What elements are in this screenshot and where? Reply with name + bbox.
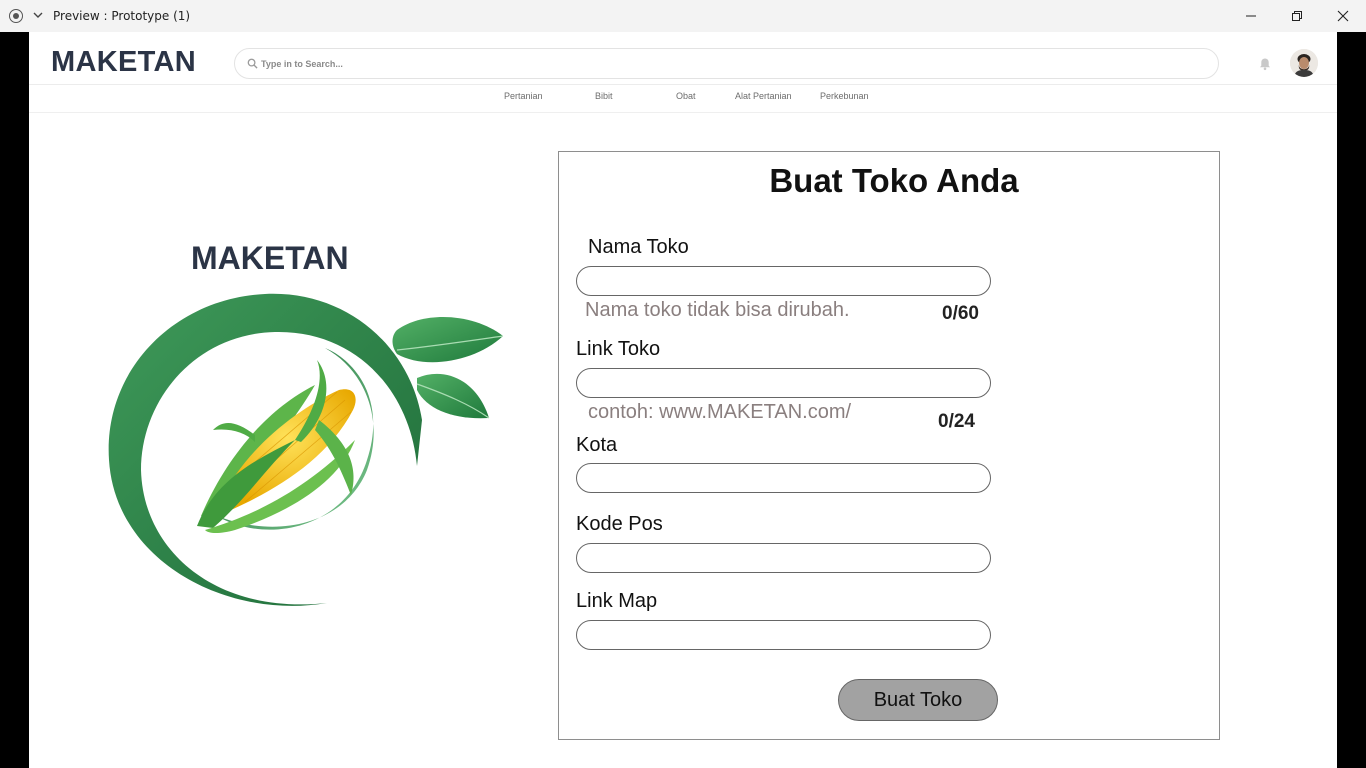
- close-button[interactable]: [1320, 0, 1366, 32]
- search-bar[interactable]: [234, 48, 1219, 79]
- nav-item-obat[interactable]: Obat: [676, 91, 696, 101]
- app-page: MAKETAN Pertanian Bibit Obat Alat Pertan…: [29, 32, 1337, 768]
- link-toko-label: Link Toko: [576, 338, 661, 360]
- nav-item-pertanian[interactable]: Pertanian: [504, 91, 543, 101]
- site-logo[interactable]: MAKETAN: [51, 46, 196, 79]
- close-icon: [1337, 10, 1349, 22]
- link-map-label: Link Map: [576, 590, 658, 612]
- link-toko-hint: contoh: www.MAKETAN.com/: [588, 401, 852, 423]
- site-header: MAKETAN: [29, 32, 1337, 85]
- user-avatar-icon: [1290, 49, 1318, 77]
- window-title: Preview : Prototype (1): [53, 9, 191, 23]
- nav-item-perkebunan[interactable]: Perkebunan: [820, 91, 869, 101]
- bell-icon[interactable]: [1258, 57, 1272, 71]
- window-titlebar: Preview : Prototype (1): [0, 0, 1366, 32]
- search-input[interactable]: [261, 55, 1161, 73]
- form-title: Buat Toko Anda: [769, 162, 1019, 199]
- link-toko-counter: 0/24: [938, 411, 975, 432]
- minimize-icon: [1246, 15, 1256, 17]
- maximize-button[interactable]: [1274, 0, 1320, 32]
- chevron-down-icon[interactable]: [32, 9, 44, 21]
- category-nav: Pertanian Bibit Obat Alat Pertanian Perk…: [29, 86, 1337, 113]
- record-icon[interactable]: [9, 9, 23, 23]
- brand-title: MAKETAN: [191, 240, 349, 276]
- nama-toko-counter: 0/60: [942, 303, 979, 324]
- kode-pos-input[interactable]: [576, 543, 991, 573]
- link-toko-input[interactable]: [576, 368, 991, 398]
- create-store-form: Buat Toko Anda Nama Toko Nama toko tidak…: [558, 151, 1220, 740]
- minimize-button[interactable]: [1228, 0, 1274, 32]
- avatar[interactable]: [1290, 49, 1318, 77]
- kota-input[interactable]: [576, 463, 991, 493]
- buat-toko-button[interactable]: Buat Toko: [838, 679, 998, 721]
- search-icon: [247, 58, 258, 69]
- link-map-input[interactable]: [576, 620, 991, 650]
- kota-label: Kota: [576, 434, 618, 456]
- kode-pos-label: Kode Pos: [576, 513, 663, 535]
- nav-item-bibit[interactable]: Bibit: [595, 91, 613, 101]
- nav-item-alat-pertanian[interactable]: Alat Pertanian: [735, 91, 792, 101]
- nama-toko-hint: Nama toko tidak bisa dirubah.: [585, 299, 850, 321]
- corn-emblem: [108, 293, 504, 606]
- nama-toko-input[interactable]: [576, 266, 991, 296]
- maximize-icon: [1292, 11, 1302, 21]
- nama-toko-label: Nama Toko: [588, 236, 689, 258]
